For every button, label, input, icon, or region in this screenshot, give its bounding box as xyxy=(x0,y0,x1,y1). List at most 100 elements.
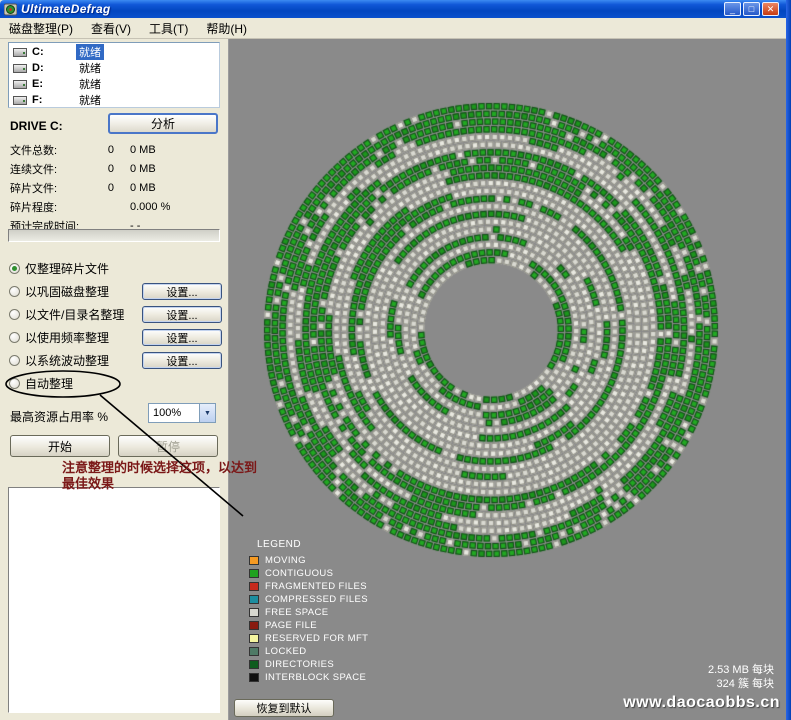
stats-table: 文件总数:00 MB连续文件:00 MB 碎片文件:0 0 MB 碎片程度: 0.000… xyxy=(10,140,220,235)
defrag-option-row: 仅整理碎片文件 xyxy=(6,257,222,280)
legend-item: LOCKED xyxy=(249,645,368,658)
drive-letter: F: xyxy=(32,94,76,106)
minimize-button[interactable]: _ xyxy=(724,2,741,16)
drive-label: DRIVE C: xyxy=(10,119,63,133)
menu-item[interactable]: 查看(V) xyxy=(82,17,140,40)
legend-item: CONTIGUOUS xyxy=(249,567,368,580)
legend-swatch xyxy=(249,582,259,591)
radio-button-2[interactable] xyxy=(9,309,20,320)
radio-button-5[interactable] xyxy=(9,378,20,389)
legend-label: FREE SPACE xyxy=(265,607,328,618)
legend-item: DIRECTORIES xyxy=(249,658,368,671)
drive-status: 就绪 xyxy=(76,76,104,92)
stat-label: 连续文件: xyxy=(10,161,100,177)
legend-item: RESERVED FOR MFT xyxy=(249,632,368,645)
analyze-button[interactable]: 分析 xyxy=(108,113,218,134)
legend-item: MOVING xyxy=(249,554,368,567)
drive-letter: E: xyxy=(32,78,76,90)
radio-button-3[interactable] xyxy=(9,332,20,343)
legend-swatch xyxy=(249,634,259,643)
start-button[interactable]: 开始 xyxy=(10,435,110,457)
legend-swatch xyxy=(249,647,259,656)
option-label[interactable]: 仅整理碎片文件 xyxy=(25,260,109,277)
legend-swatch xyxy=(249,595,259,604)
settings-button[interactable]: 设置... xyxy=(142,283,222,300)
stat-size: 0.000 % xyxy=(130,201,170,213)
drive-icon xyxy=(13,80,27,89)
stat-count: 0 xyxy=(100,182,114,194)
legend-label: MOVING xyxy=(265,555,306,566)
option-label[interactable]: 自动整理 xyxy=(25,375,73,392)
drive-row[interactable]: E:就绪 xyxy=(9,76,219,92)
drive-row[interactable]: F:就绪 xyxy=(9,92,219,108)
stat-row: 连续文件:00 MB xyxy=(10,159,220,178)
cluster-size-text: 324 簇 每块 xyxy=(708,677,774,691)
radio-button-1[interactable] xyxy=(9,286,20,297)
drive-icon xyxy=(13,96,27,105)
stat-row: 文件总数:00 MB xyxy=(10,140,220,159)
drive-row[interactable]: D:就绪 xyxy=(9,60,219,76)
window-border-right xyxy=(786,0,791,720)
control-panel: C:就绪D:就绪E:就绪F:就绪 DRIVE C: 分析 文件总数:00 MB连… xyxy=(0,39,228,720)
legend-item: PAGE FILE xyxy=(249,619,368,632)
resource-usage-combobox[interactable]: 100% ▼ xyxy=(148,403,216,423)
legend-item: FREE SPACE xyxy=(249,606,368,619)
menu-item[interactable]: 磁盘整理(P) xyxy=(0,17,82,40)
stat-size: 0 MB xyxy=(130,182,156,194)
radio-button-4[interactable] xyxy=(9,355,20,366)
stat-label: 碎片程度: xyxy=(10,199,100,215)
pause-button: 暂停 xyxy=(118,435,218,457)
app-icon xyxy=(4,3,17,16)
defrag-option-row: 以系统波动整理 设置... xyxy=(6,349,222,372)
titlebar: UltimateDefrag _ □ ✕ xyxy=(0,0,791,18)
annotation-line2: 最佳效果 xyxy=(62,476,282,492)
drive-letter: D: xyxy=(32,62,76,74)
legend-item: INTERBLOCK SPACE xyxy=(249,671,368,684)
legend-label: LOCKED xyxy=(265,646,306,657)
settings-button[interactable]: 设置... xyxy=(142,352,222,369)
legend-label: PAGE FILE xyxy=(265,620,317,631)
resource-usage-value: 100% xyxy=(149,407,199,419)
legend-label: COMPRESSED FILES xyxy=(265,594,368,605)
defrag-options-group: 仅整理碎片文件以巩固磁盘整理设置...以文件/目录名整理设置...以使用频率整理… xyxy=(6,257,222,395)
maximize-button[interactable]: □ xyxy=(743,2,760,16)
close-button[interactable]: ✕ xyxy=(762,2,779,16)
legend-title: LEGEND xyxy=(257,539,368,550)
stat-row: 碎片程度: 0.000 % xyxy=(10,197,220,216)
progress-bar xyxy=(8,229,220,242)
block-size-text: 2.53 MB 每块 xyxy=(708,663,774,677)
chevron-down-icon[interactable]: ▼ xyxy=(199,404,215,422)
settings-button[interactable]: 设置... xyxy=(142,329,222,346)
stat-label: 碎片文件: xyxy=(10,180,100,196)
stat-row: 碎片文件:0 0 MB xyxy=(10,178,220,197)
legend-swatch xyxy=(249,556,259,565)
drive-icon xyxy=(13,64,27,73)
option-label[interactable]: 以文件/目录名整理 xyxy=(25,306,124,323)
legend-swatch xyxy=(249,608,259,617)
legend-item: COMPRESSED FILES xyxy=(249,593,368,606)
option-label[interactable]: 以巩固磁盘整理 xyxy=(25,283,109,300)
annotation-line1: 注意整理的时候选择这项，以达到 xyxy=(62,460,282,476)
resource-usage-label: 最高资源占用率 % xyxy=(10,408,108,425)
drive-status: 就绪 xyxy=(76,60,104,76)
legend-label: INTERBLOCK SPACE xyxy=(265,672,366,683)
drive-letter: C: xyxy=(32,46,76,58)
legend-swatch xyxy=(249,621,259,630)
menu-item[interactable]: 帮助(H) xyxy=(197,17,256,40)
defrag-option-row: 自动整理 xyxy=(6,372,222,395)
legend-label: CONTIGUOUS xyxy=(265,568,333,579)
restore-default-button[interactable]: 恢复到默认 xyxy=(234,699,334,717)
legend-swatch xyxy=(249,569,259,578)
message-box xyxy=(8,487,220,713)
drive-row[interactable]: C:就绪 xyxy=(9,44,219,60)
annotation-text: 注意整理的时候选择这项，以达到 最佳效果 xyxy=(62,460,282,492)
settings-button[interactable]: 设置... xyxy=(142,306,222,323)
menu-bar: 磁盘整理(P)查看(V)工具(T)帮助(H) xyxy=(0,18,791,39)
radio-button-0[interactable] xyxy=(9,263,20,274)
option-label[interactable]: 以系统波动整理 xyxy=(25,352,109,369)
menu-item[interactable]: 工具(T) xyxy=(140,17,197,40)
option-label[interactable]: 以使用频率整理 xyxy=(25,329,109,346)
stat-label: 文件总数: xyxy=(10,142,100,158)
stat-size: 0 MB xyxy=(130,144,156,156)
defrag-option-row: 以使用频率整理 设置... xyxy=(6,326,222,349)
